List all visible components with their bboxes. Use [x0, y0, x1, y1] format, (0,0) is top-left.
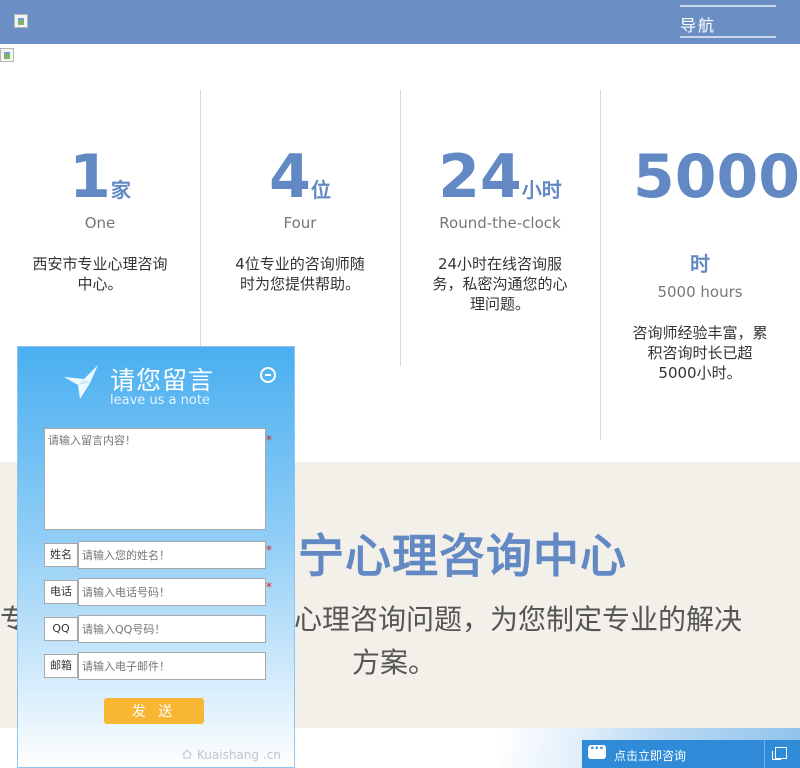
stat-experience: 5000+ 时 5000 hours 咨询师经验丰富，累积咨询时长已超5000小… — [600, 142, 800, 383]
stat-unit: 位 — [310, 178, 331, 202]
consult-divider — [764, 740, 765, 768]
email-input[interactable] — [78, 652, 266, 680]
kuaishang-watermark[interactable]: Kuaishang .cn — [182, 748, 281, 762]
required-mark: * — [266, 543, 272, 557]
logo-image[interactable] — [14, 14, 28, 28]
top-header: 导航 — [0, 0, 800, 44]
phone-label: 电话 — [44, 580, 78, 604]
widget-subtitle: leave us a note — [110, 393, 210, 408]
required-mark: * — [266, 580, 272, 594]
send-button[interactable]: 发 送 — [104, 698, 204, 724]
name-input[interactable] — [78, 541, 266, 569]
phone-input[interactable] — [78, 578, 266, 606]
home-icon — [182, 749, 192, 759]
nav-top-line — [680, 5, 776, 7]
bird-logo-icon — [64, 365, 98, 399]
stat-centers: 1家 One 西安市专业心理咨询中心。 — [0, 142, 200, 294]
stat-number: 24 — [438, 142, 522, 212]
qq-label: QQ — [44, 617, 78, 641]
stat-english: One — [84, 214, 116, 232]
intro-text-line2: 方案。 — [352, 646, 437, 679]
watermark-text: Kuaishang .cn — [197, 748, 281, 762]
stat-number: 5000+ — [633, 142, 800, 212]
stat-description: 西安市专业心理咨询中心。 — [32, 255, 168, 293]
stat-counselors: 4位 Four 4位专业的咨询师随时为您提供帮助。 — [200, 142, 400, 294]
consult-bar[interactable]: 点击立即咨询 — [582, 740, 800, 768]
message-textarea[interactable] — [44, 428, 266, 530]
leave-message-widget: 请您留言 leave us a note * 姓名 * 电话 * QQ 邮箱 发… — [17, 346, 295, 768]
stat-hours: 24小时 Round-the-clock 24小时在线咨询服务，私密沟通您的心理… — [400, 142, 600, 314]
stat-description: 咨询师经验丰富，累积咨询时长已超5000小时。 — [632, 324, 768, 382]
widget-header: 请您留言 leave us a note — [18, 347, 294, 423]
chat-icon — [588, 741, 606, 759]
stat-english: Four — [283, 214, 317, 232]
banner-image — [0, 48, 14, 62]
stat-description: 4位专业的咨询师随时为您提供帮助。 — [235, 255, 365, 293]
stat-unit: 家 — [110, 178, 131, 202]
stat-number: 4 — [269, 142, 311, 212]
email-label: 邮箱 — [44, 654, 78, 678]
widget-title: 请您留言 — [110, 366, 215, 395]
stat-number: 1 — [69, 142, 111, 212]
consult-now-link[interactable]: 点击立即咨询 — [614, 747, 686, 764]
stat-english: 5000 hours — [657, 283, 743, 301]
stat-unit: 小时 — [521, 178, 562, 202]
minimize-icon[interactable] — [260, 367, 276, 383]
intro-text-line1: 心理咨询问题，为您制定专业的解决 — [294, 603, 743, 636]
stat-unit: 时 — [690, 252, 710, 276]
center-title: 宁心理咨询中心 — [298, 529, 627, 583]
nav-bottom-line — [680, 36, 776, 38]
nav-menu-button[interactable]: 导航 — [680, 12, 716, 36]
name-label: 姓名 — [44, 543, 78, 567]
stat-english: Round-the-clock — [439, 214, 561, 232]
restore-window-icon[interactable] — [772, 747, 787, 760]
required-mark: * — [266, 433, 272, 447]
qq-input[interactable] — [78, 615, 266, 643]
stat-description: 24小时在线咨询服务，私密沟通您的心理问题。 — [432, 255, 568, 313]
